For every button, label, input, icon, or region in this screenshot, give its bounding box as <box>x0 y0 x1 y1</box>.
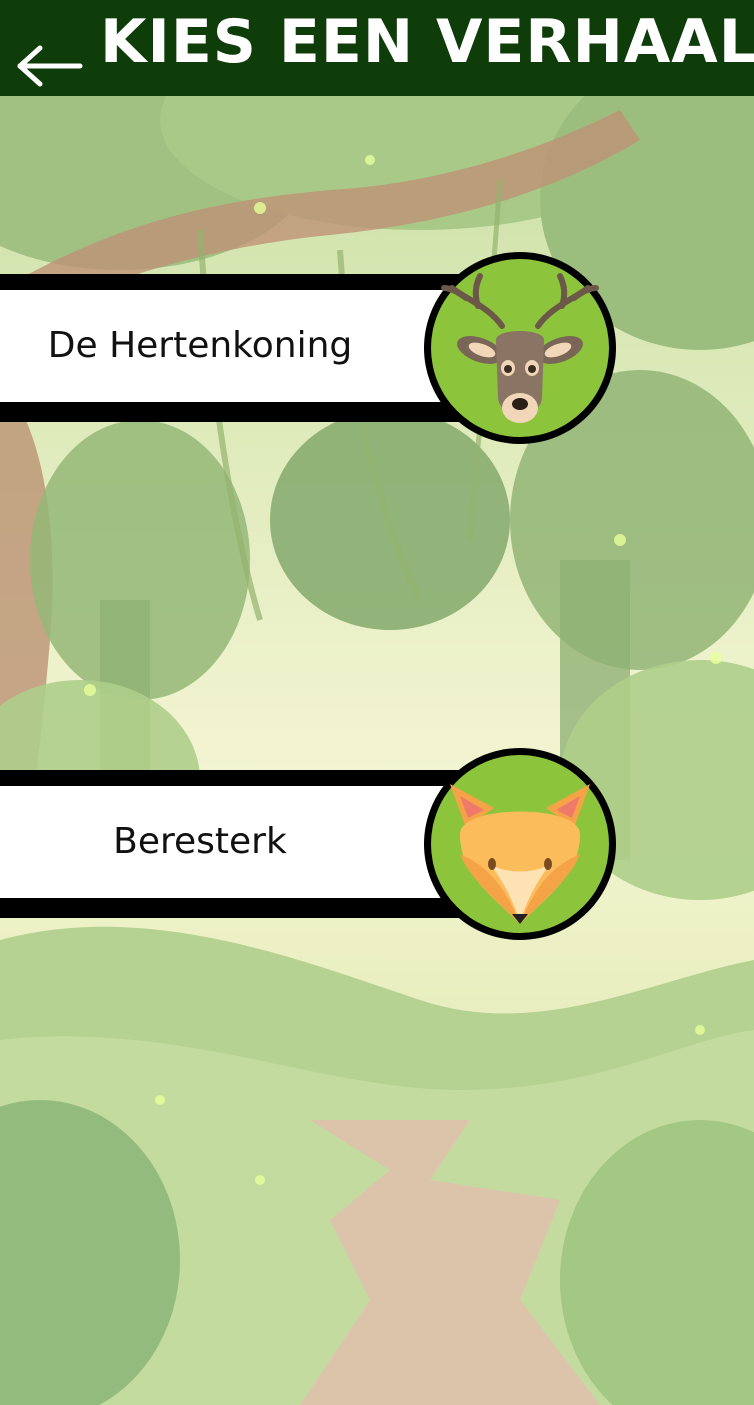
story-title: De Hertenkoning <box>47 325 353 366</box>
story-bar: Beresterk <box>0 770 465 918</box>
page-title: KIES EEN VERHAAL <box>100 7 754 77</box>
forest-background <box>0 0 754 1405</box>
story-item-de-hertenkoning[interactable]: De Hertenkoning <box>0 248 620 448</box>
story-label-box: Beresterk <box>0 786 448 898</box>
story-label-box: De Hertenkoning <box>0 290 448 402</box>
story-item-beresterk[interactable]: Beresterk <box>0 744 620 944</box>
story-title: Beresterk <box>113 821 287 862</box>
fox-icon[interactable] <box>420 744 620 944</box>
deer-icon[interactable] <box>420 248 620 448</box>
arrow-left-icon[interactable] <box>14 40 84 90</box>
story-bar: De Hertenkoning <box>0 274 465 422</box>
app-header: KIES EEN VERHAAL <box>0 0 754 96</box>
